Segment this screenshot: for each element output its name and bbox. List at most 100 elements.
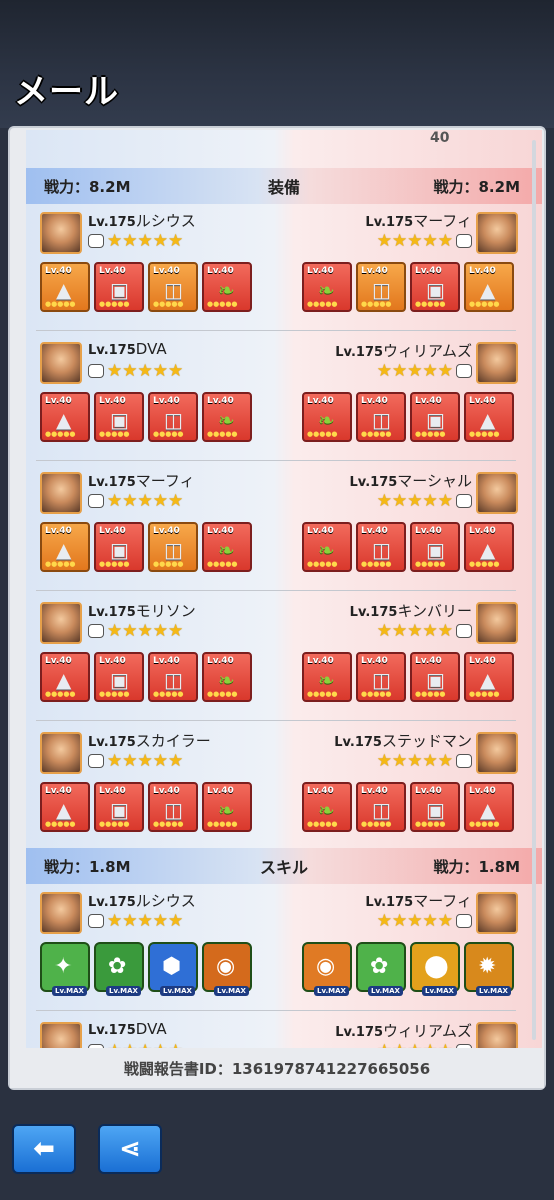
hero-avatar[interactable]	[40, 732, 82, 774]
hero-avatar[interactable]	[476, 342, 518, 384]
equipment-slot[interactable]: Lv.40 ◫ ●●●●●	[148, 782, 198, 832]
equipment-slot[interactable]: Lv.40 ▲ ●●●●●	[40, 782, 90, 832]
hero-avatar[interactable]	[476, 212, 518, 254]
star-icon: ★	[168, 620, 184, 641]
level-dots: ●●●●●	[207, 820, 238, 828]
hero-avatar[interactable]	[40, 342, 82, 384]
equipment-slot[interactable]: Lv.40 ▣ ●●●●●	[410, 652, 460, 702]
equipment-slot[interactable]: Lv.40 ◫ ●●●●●	[356, 522, 406, 572]
equipment-slot[interactable]: Lv.40 ❧ ●●●●●	[202, 262, 252, 312]
equipment-slot[interactable]: Lv.40 ❧ ●●●●●	[302, 522, 352, 572]
hero-avatar[interactable]	[40, 1022, 82, 1048]
level-dots: ●●●●●	[207, 430, 238, 438]
equipment-slot[interactable]: Lv.40 ◫ ●●●●●	[356, 262, 406, 312]
equipment-icon: ▣	[426, 278, 445, 302]
equipment-slot[interactable]: Lv.40 ▣ ●●●●●	[410, 392, 460, 442]
equipment-slot[interactable]: Lv.40 ▣ ●●●●●	[410, 262, 460, 312]
equipment-slot[interactable]: Lv.40 ▲ ●●●●●	[40, 392, 90, 442]
hero-avatar[interactable]	[476, 472, 518, 514]
right-power: 戦力：1.8M	[433, 858, 521, 876]
equipment-slot[interactable]: Lv.40 ◫ ●●●●●	[356, 782, 406, 832]
equipment-slot[interactable]: Lv.40 ▣ ●●●●●	[94, 522, 144, 572]
equipment-icon: ▣	[426, 408, 445, 432]
equipment-slot[interactable]: Lv.40 ❧ ●●●●●	[202, 652, 252, 702]
role-icon	[456, 1043, 472, 1048]
row-divider	[36, 1010, 516, 1011]
equipment-slot[interactable]: Lv.40 ▲ ●●●●●	[40, 262, 90, 312]
equip-section-header: 戦力：8.2M 装備 戦力：8.2M	[26, 168, 542, 204]
star-icon: ★	[152, 230, 168, 251]
equipment-slot[interactable]: Lv.40 ❧ ●●●●●	[302, 782, 352, 832]
equipment-slot[interactable]: Lv.40 ▣ ●●●●●	[94, 652, 144, 702]
equipment-icon: ◫	[372, 538, 391, 562]
star-icon: ★	[122, 490, 138, 511]
equipment-slot[interactable]: Lv.40 ▣ ●●●●●	[410, 782, 460, 832]
equipment-slot[interactable]: Lv.40 ❧ ●●●●●	[202, 392, 252, 442]
equipment-icon: ▲	[56, 668, 72, 692]
hero-avatar[interactable]	[476, 732, 518, 774]
scrollbar[interactable]	[532, 140, 536, 1040]
skill-slot[interactable]: ✦ Lv.MAX	[40, 942, 90, 996]
equipment-slot[interactable]: Lv.40 ▲ ●●●●●	[464, 262, 514, 312]
equipment-slot[interactable]: Lv.40 ▲ ●●●●●	[464, 652, 514, 702]
star-icon: ★	[422, 360, 438, 381]
equipment-slot[interactable]: Lv.40 ◫ ●●●●●	[148, 522, 198, 572]
equipment-slot[interactable]: Lv.40 ▲ ●●●●●	[40, 652, 90, 702]
report-scroll-area[interactable]: 40 戦力：8.2M 装備 戦力：8.2M Lv.175ルシウス ★★★★★ Lv…	[26, 130, 542, 1048]
skill-slot[interactable]: ⬤ Lv.MAX	[410, 942, 460, 996]
equipment-slot[interactable]: Lv.40 ◫ ●●●●●	[356, 652, 406, 702]
equipment-icon: ▲	[480, 668, 496, 692]
star-rating: ★★★★★	[377, 490, 472, 510]
equipment-slot[interactable]: Lv.40 ◫ ●●●●●	[148, 262, 198, 312]
equipment-slot[interactable]: Lv.40 ❧ ●●●●●	[202, 782, 252, 832]
equipment-slot[interactable]: Lv.40 ▣ ●●●●●	[94, 782, 144, 832]
equipment-slot[interactable]: Lv.40 ◫ ●●●●●	[148, 652, 198, 702]
level-dots: ●●●●●	[307, 690, 338, 698]
equipment-icon: ▲	[480, 408, 496, 432]
star-icon: ★	[137, 230, 153, 251]
level-dots: ●●●●●	[99, 820, 130, 828]
equipment-icon: ◫	[164, 668, 183, 692]
share-button[interactable]: ⋖	[98, 1124, 162, 1174]
hero-avatar[interactable]	[476, 892, 518, 934]
equipment-slot[interactable]: Lv.40 ▲ ●●●●●	[464, 392, 514, 442]
level-dots: ●●●●●	[99, 690, 130, 698]
equipment-slot[interactable]: Lv.40 ▲ ●●●●●	[464, 522, 514, 572]
skill-slot[interactable]: ◉ Lv.MAX	[202, 942, 252, 996]
star-icon: ★	[137, 490, 153, 511]
skill-slot[interactable]: ◉ Lv.MAX	[302, 942, 352, 996]
skill-slot[interactable]: ✹ Lv.MAX	[464, 942, 514, 996]
equipment-icon: ❧	[318, 538, 335, 562]
level-dots: ●●●●●	[361, 430, 392, 438]
hero-avatar[interactable]	[40, 472, 82, 514]
equipment-slot[interactable]: Lv.40 ❧ ●●●●●	[302, 392, 352, 442]
equipment-slot[interactable]: Lv.40 ❧ ●●●●●	[302, 262, 352, 312]
back-button[interactable]: ⬅	[12, 1124, 76, 1174]
equipment-slot[interactable]: Lv.40 ▣ ●●●●●	[94, 392, 144, 442]
hero-name: Lv.175マーフィ	[365, 212, 472, 230]
equipment-slot[interactable]: Lv.40 ◫ ●●●●●	[356, 392, 406, 442]
equipment-slot[interactable]: Lv.40 ◫ ●●●●●	[148, 392, 198, 442]
star-icon: ★	[168, 360, 184, 381]
hero-name: Lv.175DVA	[88, 340, 167, 358]
role-icon	[456, 493, 472, 508]
level-dots: ●●●●●	[207, 560, 238, 568]
star-icon: ★	[407, 230, 423, 251]
star-icon: ★	[423, 1042, 438, 1049]
hero-avatar[interactable]	[476, 602, 518, 644]
equipment-slot[interactable]: Lv.40 ❧ ●●●●●	[302, 652, 352, 702]
equipment-slot[interactable]: Lv.40 ▣ ●●●●●	[94, 262, 144, 312]
equipment-slot[interactable]: Lv.40 ▲ ●●●●●	[464, 782, 514, 832]
equipment-slot[interactable]: Lv.40 ❧ ●●●●●	[202, 522, 252, 572]
star-icon: ★	[137, 360, 153, 381]
equipment-slot[interactable]: Lv.40 ▣ ●●●●●	[410, 522, 460, 572]
hero-avatar[interactable]	[476, 1022, 518, 1048]
hero-avatar[interactable]	[40, 212, 82, 254]
hero-avatar[interactable]	[40, 892, 82, 934]
skill-slot[interactable]: ✿ Lv.MAX	[356, 942, 406, 996]
hero-avatar[interactable]	[40, 602, 82, 644]
skill-slot[interactable]: ✿ Lv.MAX	[94, 942, 144, 996]
equipment-slot[interactable]: Lv.40 ▲ ●●●●●	[40, 522, 90, 572]
skill-slot[interactable]: ⬢ Lv.MAX	[148, 942, 198, 996]
star-icon: ★	[392, 230, 408, 251]
